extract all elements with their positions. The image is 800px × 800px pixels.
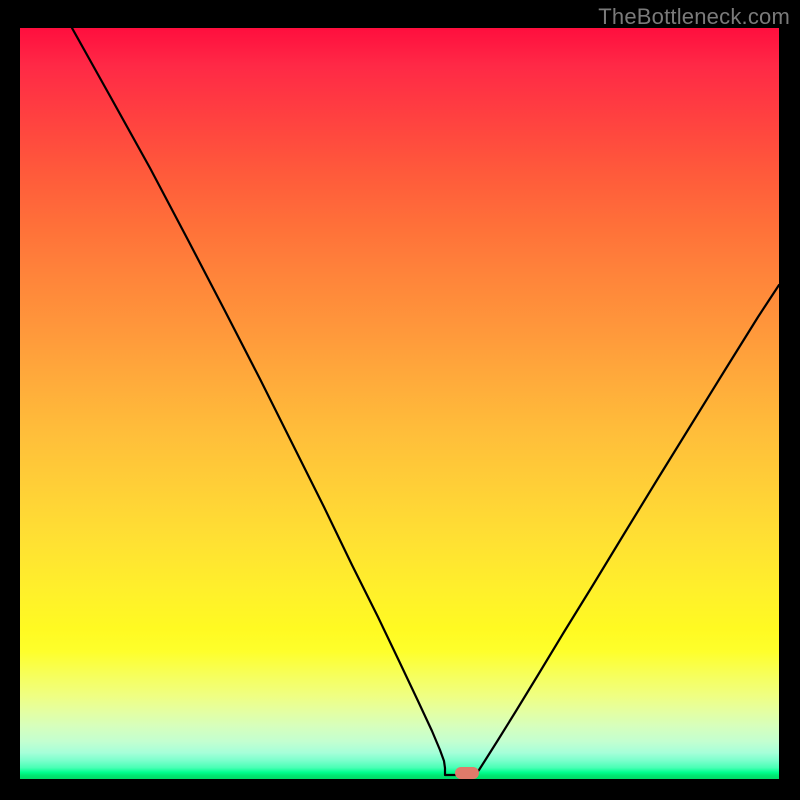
plot-frame [20, 28, 779, 779]
min-marker [455, 767, 479, 779]
curve-line [72, 28, 779, 775]
chart-container: TheBottleneck.com [0, 0, 800, 800]
watermark-text: TheBottleneck.com [598, 4, 790, 30]
curve-svg [20, 28, 779, 779]
